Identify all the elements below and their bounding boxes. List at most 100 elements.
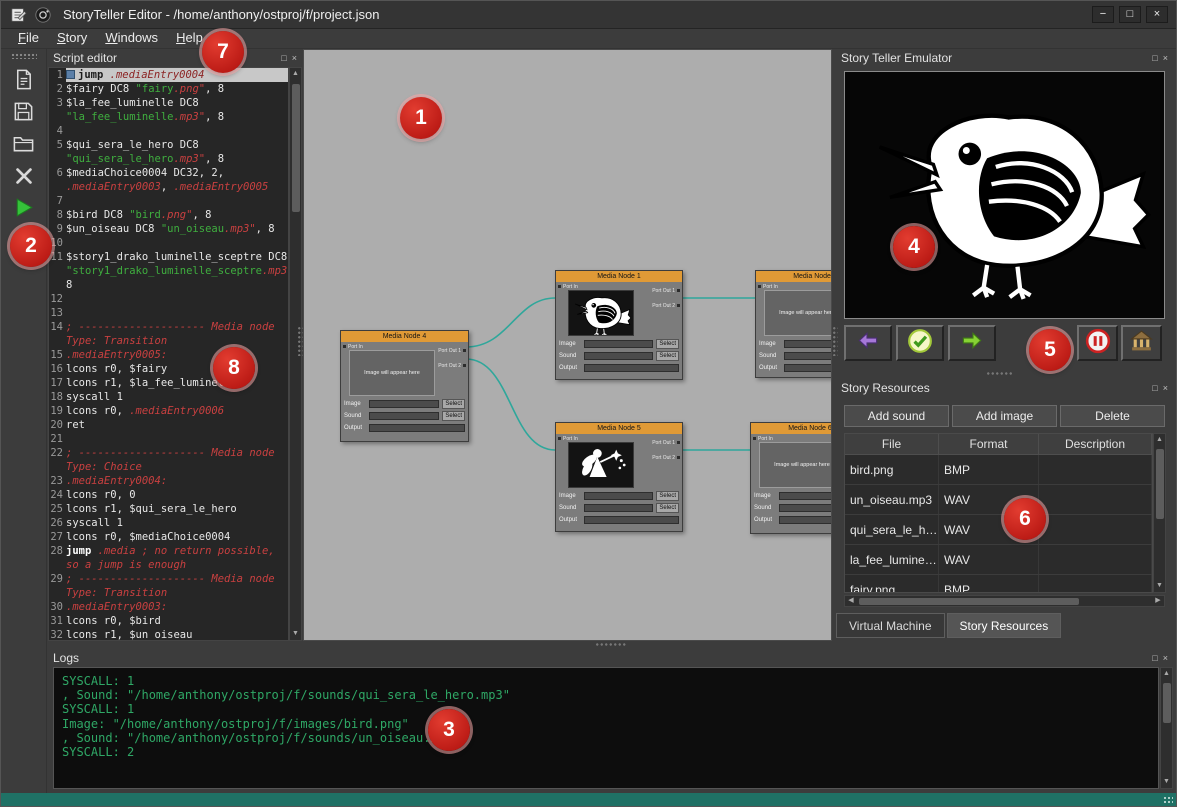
node-graph-canvas[interactable]: Media Node 4Port InImage will appear her… — [303, 49, 832, 641]
code-line[interactable]: 30.mediaEntry0003: — [49, 600, 288, 614]
code-line[interactable]: 10 — [49, 236, 288, 250]
tab-virtual-machine[interactable]: Virtual Machine — [836, 613, 945, 638]
close-panel-icon[interactable]: × — [1163, 653, 1168, 663]
menu-story[interactable]: Story — [48, 29, 96, 48]
close-panel-icon[interactable]: × — [1163, 53, 1168, 63]
output-port[interactable]: Port Out 1 — [652, 288, 680, 294]
node-property-value[interactable] — [784, 364, 832, 372]
code-line[interactable]: 4 — [49, 124, 288, 138]
table-row[interactable]: la_fee_lumine…WAV — [845, 545, 1152, 575]
node-property-value[interactable] — [784, 352, 832, 360]
previous-button[interactable] — [844, 325, 892, 361]
node-property-value[interactable] — [369, 400, 439, 408]
node-select-button[interactable]: Select — [656, 339, 679, 349]
scroll-down-icon[interactable]: ▼ — [1161, 776, 1172, 788]
code-line[interactable]: 32lcons r1, $un_oiseau — [49, 628, 288, 641]
add-sound-button[interactable]: Add sound — [844, 405, 949, 427]
node-property-value[interactable] — [779, 492, 832, 500]
node-property-value[interactable] — [369, 424, 465, 432]
close-panel-icon[interactable]: × — [292, 53, 297, 63]
node-property-value[interactable] — [584, 516, 679, 524]
table-row[interactable]: fairy.pngBMP — [845, 575, 1152, 593]
float-panel-icon[interactable]: □ — [1152, 383, 1157, 393]
code-line[interactable]: 27lcons r0, $mediaChoice0004 — [49, 530, 288, 544]
resources-table-scrollbar[interactable]: ▲ ▼ — [1153, 433, 1166, 593]
splitter-handle[interactable] — [297, 326, 303, 356]
code-line[interactable]: 11$story1_drako_luminelle_sceptre DC8 "s… — [49, 250, 288, 292]
code-line[interactable]: 18syscall 1 — [49, 390, 288, 404]
code-line[interactable]: 12 — [49, 292, 288, 306]
scroll-down-icon[interactable]: ▼ — [290, 628, 301, 640]
float-panel-icon[interactable]: □ — [1152, 653, 1157, 663]
code-line[interactable]: 21 — [49, 432, 288, 446]
code-line[interactable]: 5$qui_sera_le_hero DC8 "qui_sera_le_hero… — [49, 138, 288, 166]
code-line[interactable]: 9$un_oiseau DC8 "un_oiseau.mp3", 8 — [49, 222, 288, 236]
code-line[interactable]: 13 — [49, 306, 288, 320]
code-line[interactable]: 1jump .mediaEntry0004 — [49, 68, 288, 82]
node-property-value[interactable] — [784, 340, 832, 348]
code-line[interactable]: 28jump .media ; no return possible, so a… — [49, 544, 288, 572]
titlebar[interactable]: StoryTeller Editor - /home/anthony/ostpr… — [1, 1, 1176, 29]
node-title[interactable]: Media Node 1 — [556, 271, 682, 282]
logs-content[interactable]: SYSCALL: 1, Sound: "/home/anthony/ostpro… — [53, 667, 1159, 789]
close-project-button[interactable] — [8, 163, 40, 193]
node-title[interactable]: Media Node 6 — [751, 423, 832, 434]
code-line[interactable]: 7 — [49, 194, 288, 208]
node-property-value[interactable] — [369, 412, 439, 420]
resize-grip[interactable] — [1163, 796, 1173, 805]
table-row[interactable]: bird.pngBMP — [845, 455, 1152, 485]
media-node[interactable]: Media Node 4Port InImage will appear her… — [340, 330, 469, 442]
node-select-button[interactable]: Select — [656, 351, 679, 361]
scroll-up-icon[interactable]: ▲ — [1161, 668, 1172, 680]
code-line[interactable]: 19lcons r0, .mediaEntry0006 — [49, 404, 288, 418]
splitter-handle[interactable] — [986, 371, 1014, 376]
code-line[interactable]: 20ret — [49, 418, 288, 432]
scroll-right-icon[interactable]: ▶ — [1152, 595, 1164, 607]
scrollbar-thumb[interactable] — [859, 598, 1079, 605]
open-project-button[interactable] — [8, 131, 40, 161]
scroll-down-icon[interactable]: ▼ — [1154, 580, 1165, 592]
column-header-description[interactable]: Description — [1039, 434, 1152, 454]
table-row[interactable]: qui_sera_le_h…WAV — [845, 515, 1152, 545]
code-line[interactable]: 29; -------------------- Media node Type… — [49, 572, 288, 600]
splitter-handle[interactable] — [832, 326, 838, 356]
home-button[interactable] — [1121, 325, 1162, 361]
node-select-button[interactable]: Select — [442, 411, 465, 421]
output-port[interactable]: Port Out 1 — [438, 348, 466, 354]
menu-file[interactable]: File — [9, 29, 48, 48]
script-editor[interactable]: 1jump .mediaEntry00042$fairy DC8 "fairy.… — [48, 67, 289, 641]
output-port[interactable]: Port Out 2 — [652, 455, 680, 461]
toolbar-grip-handle[interactable] — [11, 53, 37, 59]
node-property-value[interactable] — [584, 352, 653, 360]
node-title[interactable]: Media Node 5 — [556, 423, 682, 434]
run-button[interactable] — [8, 195, 40, 225]
node-select-button[interactable]: Select — [656, 503, 679, 513]
node-select-button[interactable]: Select — [656, 491, 679, 501]
node-property-value[interactable] — [584, 504, 653, 512]
splitter-handle[interactable] — [595, 642, 627, 647]
code-line[interactable]: 25lcons r1, $qui_sera_le_hero — [49, 502, 288, 516]
code-line[interactable]: 2$fairy DC8 "fairy.png", 8 — [49, 82, 288, 96]
next-button[interactable] — [948, 325, 996, 361]
node-property-value[interactable] — [584, 492, 653, 500]
code-line[interactable]: 6$mediaChoice0004 DC32, 2, .mediaEntry00… — [49, 166, 288, 194]
maximize-button[interactable]: □ — [1119, 6, 1141, 23]
table-row[interactable]: un_oiseau.mp3WAV — [845, 485, 1152, 515]
ok-button[interactable] — [896, 325, 944, 361]
menu-windows[interactable]: Windows — [96, 29, 167, 48]
output-port[interactable]: Port Out 2 — [652, 303, 680, 309]
node-property-value[interactable] — [779, 504, 832, 512]
scrollbar-thumb[interactable] — [1163, 683, 1171, 723]
media-node[interactable]: Media Node 3Port InImage will appear her… — [755, 270, 832, 378]
node-property-value[interactable] — [779, 516, 832, 524]
scroll-up-icon[interactable]: ▲ — [1154, 434, 1165, 446]
code-line[interactable]: 3$la_fee_luminelle DC8 "la_fee_luminelle… — [49, 96, 288, 124]
scrollbar-thumb[interactable] — [292, 84, 300, 212]
column-header-file[interactable]: File — [845, 434, 939, 454]
media-node[interactable]: Media Node 6Port InImage will appear her… — [750, 422, 832, 534]
code-line[interactable]: 8$bird DC8 "bird.png", 8 — [49, 208, 288, 222]
scroll-up-icon[interactable]: ▲ — [290, 68, 301, 80]
code-line[interactable]: 22; -------------------- Media node Type… — [49, 446, 288, 474]
new-script-button[interactable] — [8, 67, 40, 97]
code-line[interactable]: 26syscall 1 — [49, 516, 288, 530]
